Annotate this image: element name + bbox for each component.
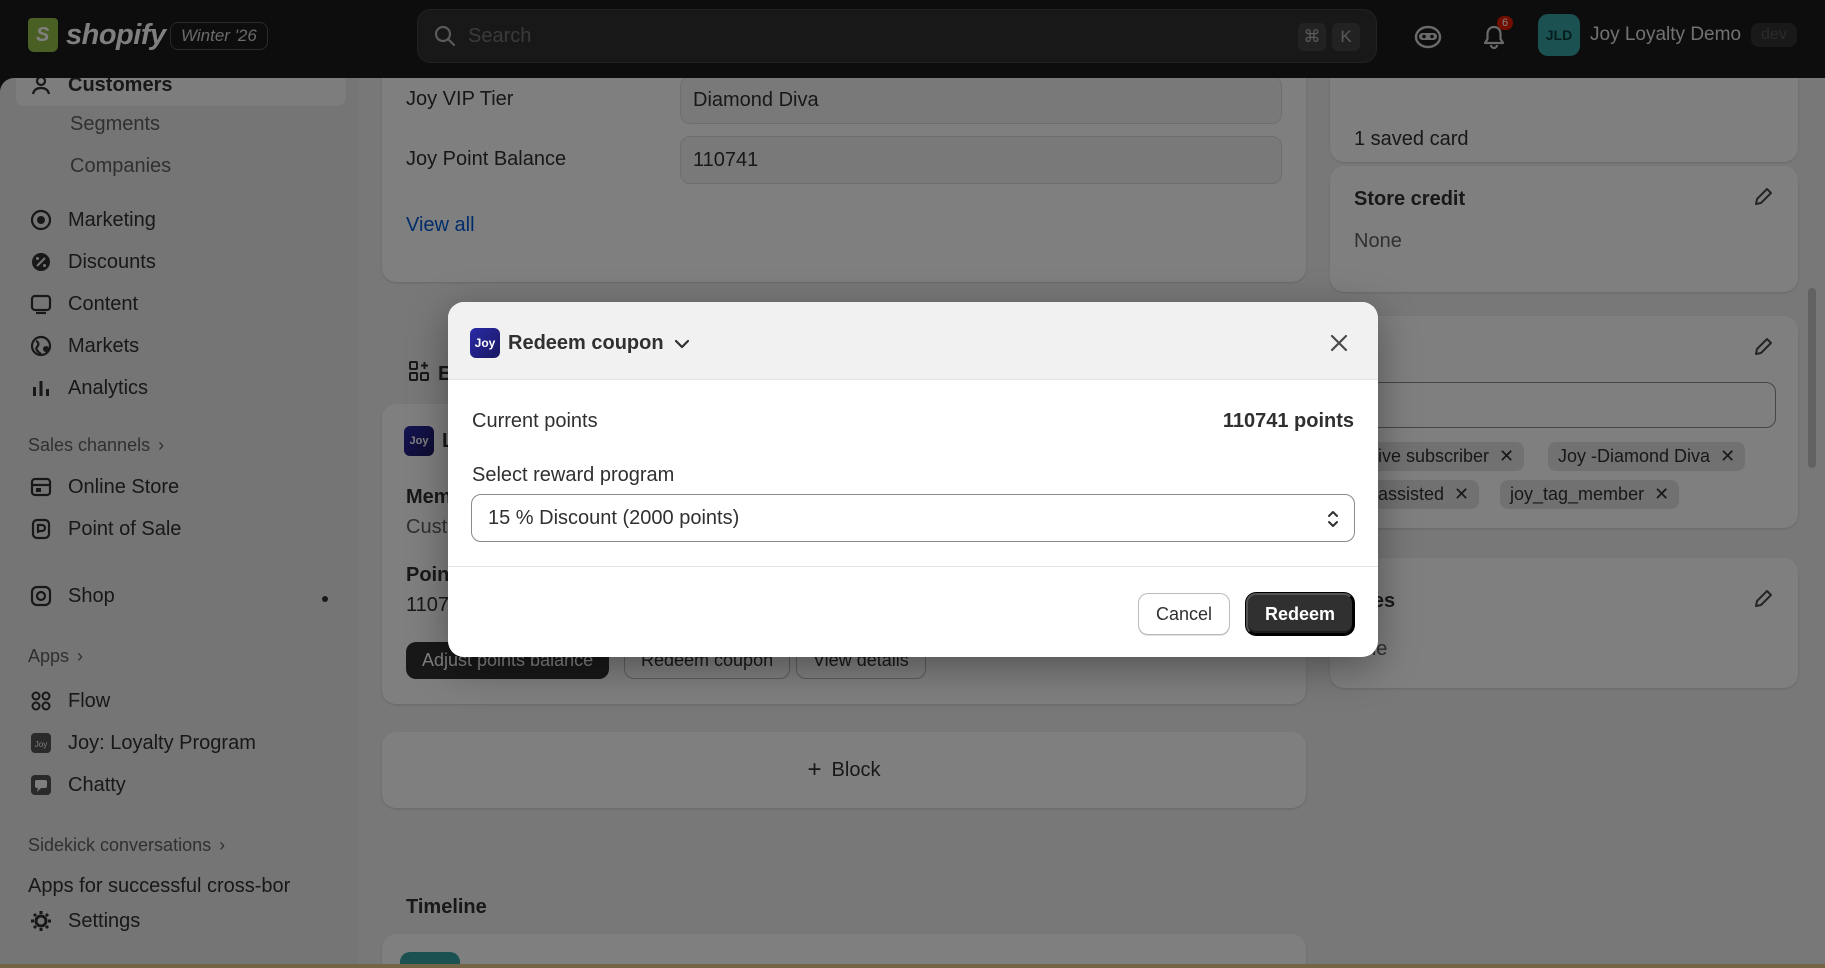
redeem-button[interactable]: Redeem [1246, 593, 1355, 635]
modal-title-dropdown[interactable]: Redeem coupon [508, 332, 690, 355]
modal-divider [448, 566, 1378, 567]
cancel-button[interactable]: Cancel [1138, 593, 1231, 635]
reward-program-label: Select reward program [472, 464, 675, 486]
modal-header: Joy Redeem coupon [448, 302, 1378, 380]
select-chevron-icon [1328, 511, 1338, 527]
current-points-label: Current points [472, 410, 598, 432]
close-icon [1330, 334, 1348, 352]
reward-program-selected: 15 % Discount (2000 points) [488, 506, 740, 529]
current-points-value: 110741 points [1222, 410, 1354, 432]
reward-program-select[interactable]: 15 % Discount (2000 points) [471, 494, 1355, 542]
chevron-down-icon [674, 339, 689, 348]
close-button[interactable] [1326, 330, 1352, 356]
modal-title: Redeem coupon [508, 332, 664, 354]
joy-logo-icon: Joy [470, 328, 500, 358]
redeem-coupon-modal: Joy Redeem coupon Current points 110741 … [448, 302, 1378, 657]
